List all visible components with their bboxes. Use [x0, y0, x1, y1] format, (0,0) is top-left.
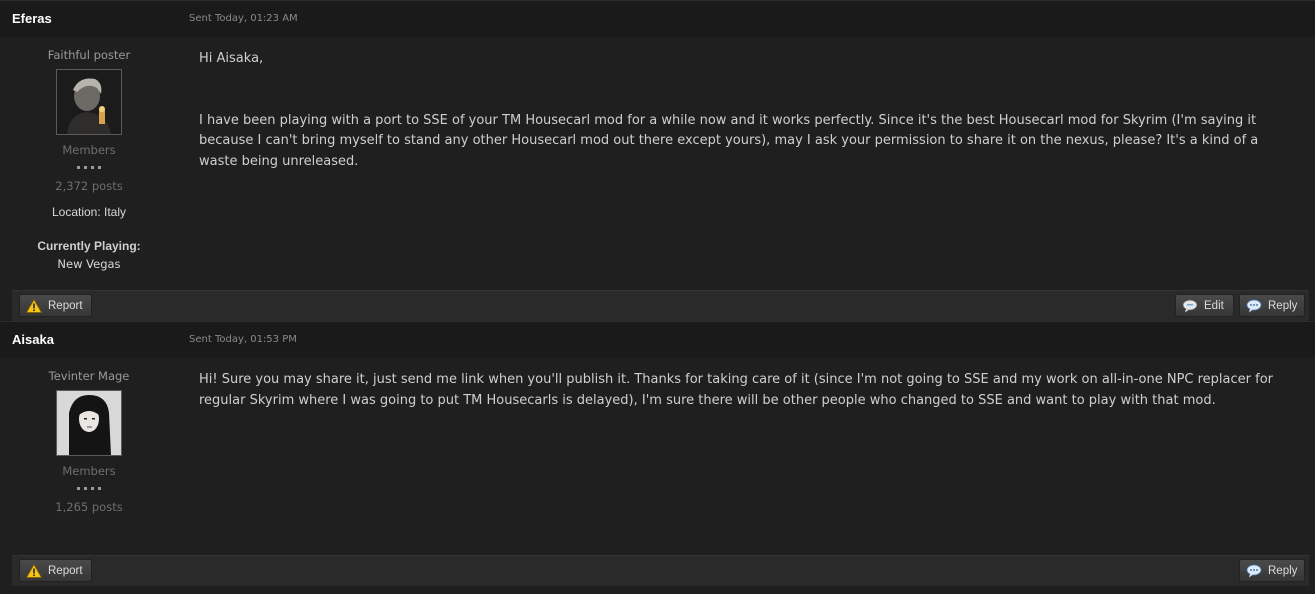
post-header: Aisaka Sent Today, 01:53 PM	[0, 322, 1315, 358]
rank-pip	[84, 166, 87, 169]
avatar[interactable]	[56, 390, 122, 456]
post-header: Eferas Sent Today, 01:23 AM	[0, 1, 1315, 37]
reply-button[interactable]: Reply	[1239, 294, 1305, 317]
report-button[interactable]: Report	[19, 294, 92, 317]
post: Aisaka Sent Today, 01:53 PM Tevinter Mag…	[0, 321, 1315, 594]
currently-playing-value: New Vegas	[57, 257, 121, 271]
post-text: I have been playing with a port to SSE o…	[199, 112, 1259, 169]
warning-icon	[26, 298, 42, 313]
speech-bubble-icon	[1246, 564, 1262, 578]
rank-pips	[0, 166, 178, 169]
rank-pip	[84, 487, 87, 490]
currently-playing-label: Currently Playing:	[37, 239, 141, 253]
author-title: Tevinter Mage	[48, 369, 130, 383]
rank-pip	[98, 487, 101, 490]
rank-pip	[77, 487, 80, 490]
member-group: Members	[62, 143, 116, 157]
post-body: Hi Aisaka, I have been playing with a po…	[199, 49, 1299, 172]
post-date: Sent Today, 01:53 PM	[189, 334, 297, 345]
rank-pip	[98, 166, 101, 169]
post-controls: Report Edit Reply	[12, 290, 1309, 321]
speech-bubble-icon	[1246, 299, 1262, 313]
post: Eferas Sent Today, 01:23 AM Faithful pos…	[0, 0, 1315, 321]
post-count: 2,372 posts	[55, 179, 123, 193]
post-body: Hi! Sure you may share it, just send me …	[199, 370, 1299, 411]
rank-pip	[91, 487, 94, 490]
post-controls: Report Reply	[12, 555, 1309, 586]
report-button[interactable]: Report	[19, 559, 92, 582]
edit-label: Edit	[1204, 299, 1224, 312]
author-info: Tevinter Mage Members 1,265 posts	[0, 358, 178, 514]
report-label: Report	[48, 299, 83, 312]
edit-button[interactable]: Edit	[1175, 294, 1234, 317]
post-greeting: Hi Aisaka,	[199, 51, 264, 66]
reply-button[interactable]: Reply	[1239, 559, 1305, 582]
rank-pips	[0, 487, 178, 490]
avatar-image	[57, 70, 121, 134]
author-info: Faithful poster Members 2,372 posts Loca…	[0, 37, 178, 271]
reply-label: Reply	[1268, 299, 1298, 312]
rank-pip	[91, 166, 94, 169]
author-title: Faithful poster	[47, 48, 131, 62]
speech-bubble-edit-icon	[1182, 299, 1198, 313]
report-label: Report	[48, 564, 83, 577]
location-field: Location: Italy	[51, 205, 127, 219]
member-group: Members	[62, 464, 116, 478]
avatar-image	[57, 391, 121, 455]
post-date: Sent Today, 01:23 AM	[189, 13, 298, 24]
reply-label: Reply	[1268, 564, 1298, 577]
post-text: Hi! Sure you may share it, just send me …	[199, 372, 1274, 408]
avatar[interactable]	[56, 69, 122, 135]
post-count: 1,265 posts	[55, 500, 123, 514]
warning-icon	[26, 563, 42, 578]
rank-pip	[77, 166, 80, 169]
author-name[interactable]: Eferas	[12, 11, 52, 26]
message-thread: Eferas Sent Today, 01:23 AM Faithful pos…	[0, 0, 1315, 594]
author-name[interactable]: Aisaka	[12, 332, 54, 347]
